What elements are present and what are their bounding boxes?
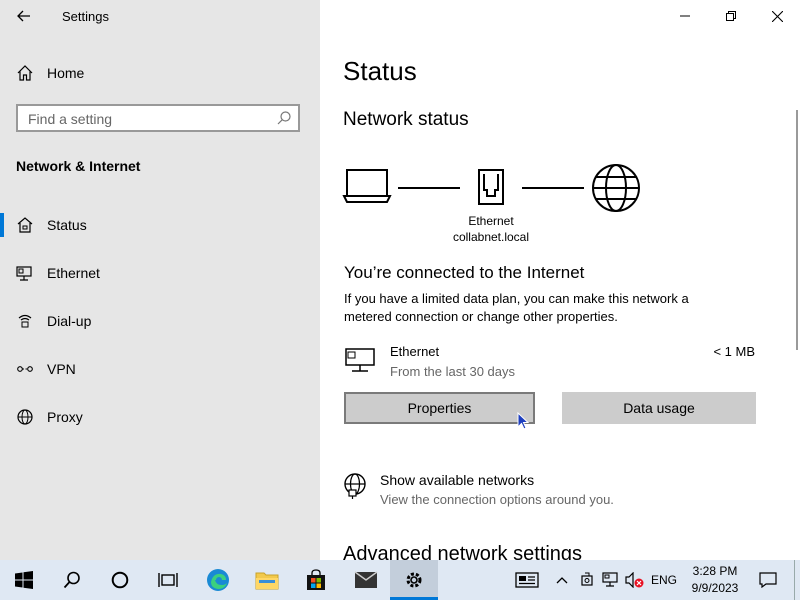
minimize-icon [680,15,690,17]
taskbar: ENG 3:28 PM 9/9/2023 [0,560,800,600]
settings-content: Status Network status Ethernet collabnet… [320,0,800,560]
window-title: Settings [62,9,109,24]
network-diagram [342,164,640,212]
volume-muted-icon [625,572,644,588]
close-button[interactable] [754,0,800,32]
windows-logo-icon [15,571,33,589]
edge-icon [207,569,229,591]
action-center-button[interactable] [752,560,784,600]
ethernet-adapter-icon [344,346,378,379]
sidebar-home-label: Home [47,65,85,81]
sidebar-item-home[interactable]: Home [0,53,320,93]
back-arrow-icon [17,10,30,22]
input-language-indicator[interactable]: ENG [648,560,680,600]
properties-button[interactable]: Properties [344,392,535,424]
vpn-icon [15,359,35,379]
show-hidden-icons-button[interactable] [552,560,572,600]
settings-sidebar: Settings Home Find a setting Network & I… [0,0,320,560]
restore-icon [726,11,736,21]
gear-icon [406,572,422,588]
show-desktop-button[interactable] [794,560,800,600]
clock-date: 9/9/2023 [691,581,739,595]
advanced-heading: Advanced network settings [343,543,583,560]
cortana-icon [111,571,129,589]
search-icon [63,571,80,589]
data-usage-button[interactable]: Data usage [562,392,756,424]
network-tray-button[interactable] [600,560,622,600]
mouse-cursor-icon [517,412,530,430]
network-tray-icon [602,572,618,587]
sidebar-item-label: VPN [47,361,76,377]
search-icon[interactable] [276,110,292,131]
connected-description: If you have a limited data plan, you can… [344,291,689,324]
device-tray-button[interactable] [577,560,597,600]
notification-icon [759,572,777,588]
ethernet-port-icon [478,169,504,205]
sidebar-item-dialup[interactable]: Dial-up [0,301,320,341]
sidebar-item-label: Proxy [47,409,83,425]
close-icon [771,10,783,22]
volume-button[interactable] [624,560,646,600]
dialup-icon [15,311,35,331]
network-domain: collabnet.local [452,230,530,244]
cortana-button[interactable] [96,560,144,600]
usage-period: From the last 30 days [390,364,515,379]
task-view-button[interactable] [144,560,192,600]
section-title: Network & Internet [16,158,141,174]
laptop-icon [342,169,392,203]
task-view-icon [158,573,178,587]
usb-device-icon [581,572,593,586]
search-placeholder: Find a setting [28,111,113,127]
mail-button[interactable] [342,560,390,600]
ethernet-icon [15,263,35,283]
sidebar-item-label: Ethernet [47,265,100,281]
adapter-name: Ethernet [468,214,514,228]
sidebar-item-proxy[interactable]: Proxy [0,397,320,437]
mail-icon [354,571,378,588]
sidebar-item-vpn[interactable]: VPN [0,349,320,389]
clock-time: 3:28 PM [692,564,738,578]
search-input[interactable]: Find a setting [16,104,300,132]
chevron-up-icon [556,577,568,584]
network-status-heading: Network status [343,109,469,130]
show-networks-description: View the connection options around you. [380,492,614,507]
usage-amount: < 1 MB [713,344,755,359]
sidebar-item-status[interactable]: Status [0,205,320,245]
globe-icon [15,407,35,427]
back-button[interactable] [8,4,40,28]
search-button[interactable] [48,560,96,600]
folder-icon [255,572,279,590]
edge-button[interactable] [194,560,242,600]
home-network-icon [15,215,35,235]
show-networks-link[interactable]: Show available networks [380,472,534,488]
sidebar-item-label: Dial-up [47,313,92,329]
sidebar-item-label: Status [47,217,87,233]
connected-heading: You’re connected to the Internet [344,263,585,282]
start-button[interactable] [0,560,48,600]
internet-globe-icon [592,164,640,212]
scrollbar[interactable] [796,110,798,350]
clock[interactable]: 3:28 PM 9/9/2023 [684,563,746,597]
store-button[interactable] [292,560,340,600]
minimize-button[interactable] [662,0,708,32]
news-button[interactable] [510,560,544,600]
settings-taskbar-button[interactable] [390,560,438,600]
store-bag-icon [307,569,325,590]
news-icon [515,572,539,588]
page-title: Status [343,56,417,86]
home-icon [15,63,35,83]
file-explorer-button[interactable] [243,560,291,600]
usage-adapter-name: Ethernet [390,344,440,359]
sidebar-item-ethernet[interactable]: Ethernet [0,253,320,293]
available-networks-icon [342,472,368,505]
restore-button[interactable] [708,0,754,32]
